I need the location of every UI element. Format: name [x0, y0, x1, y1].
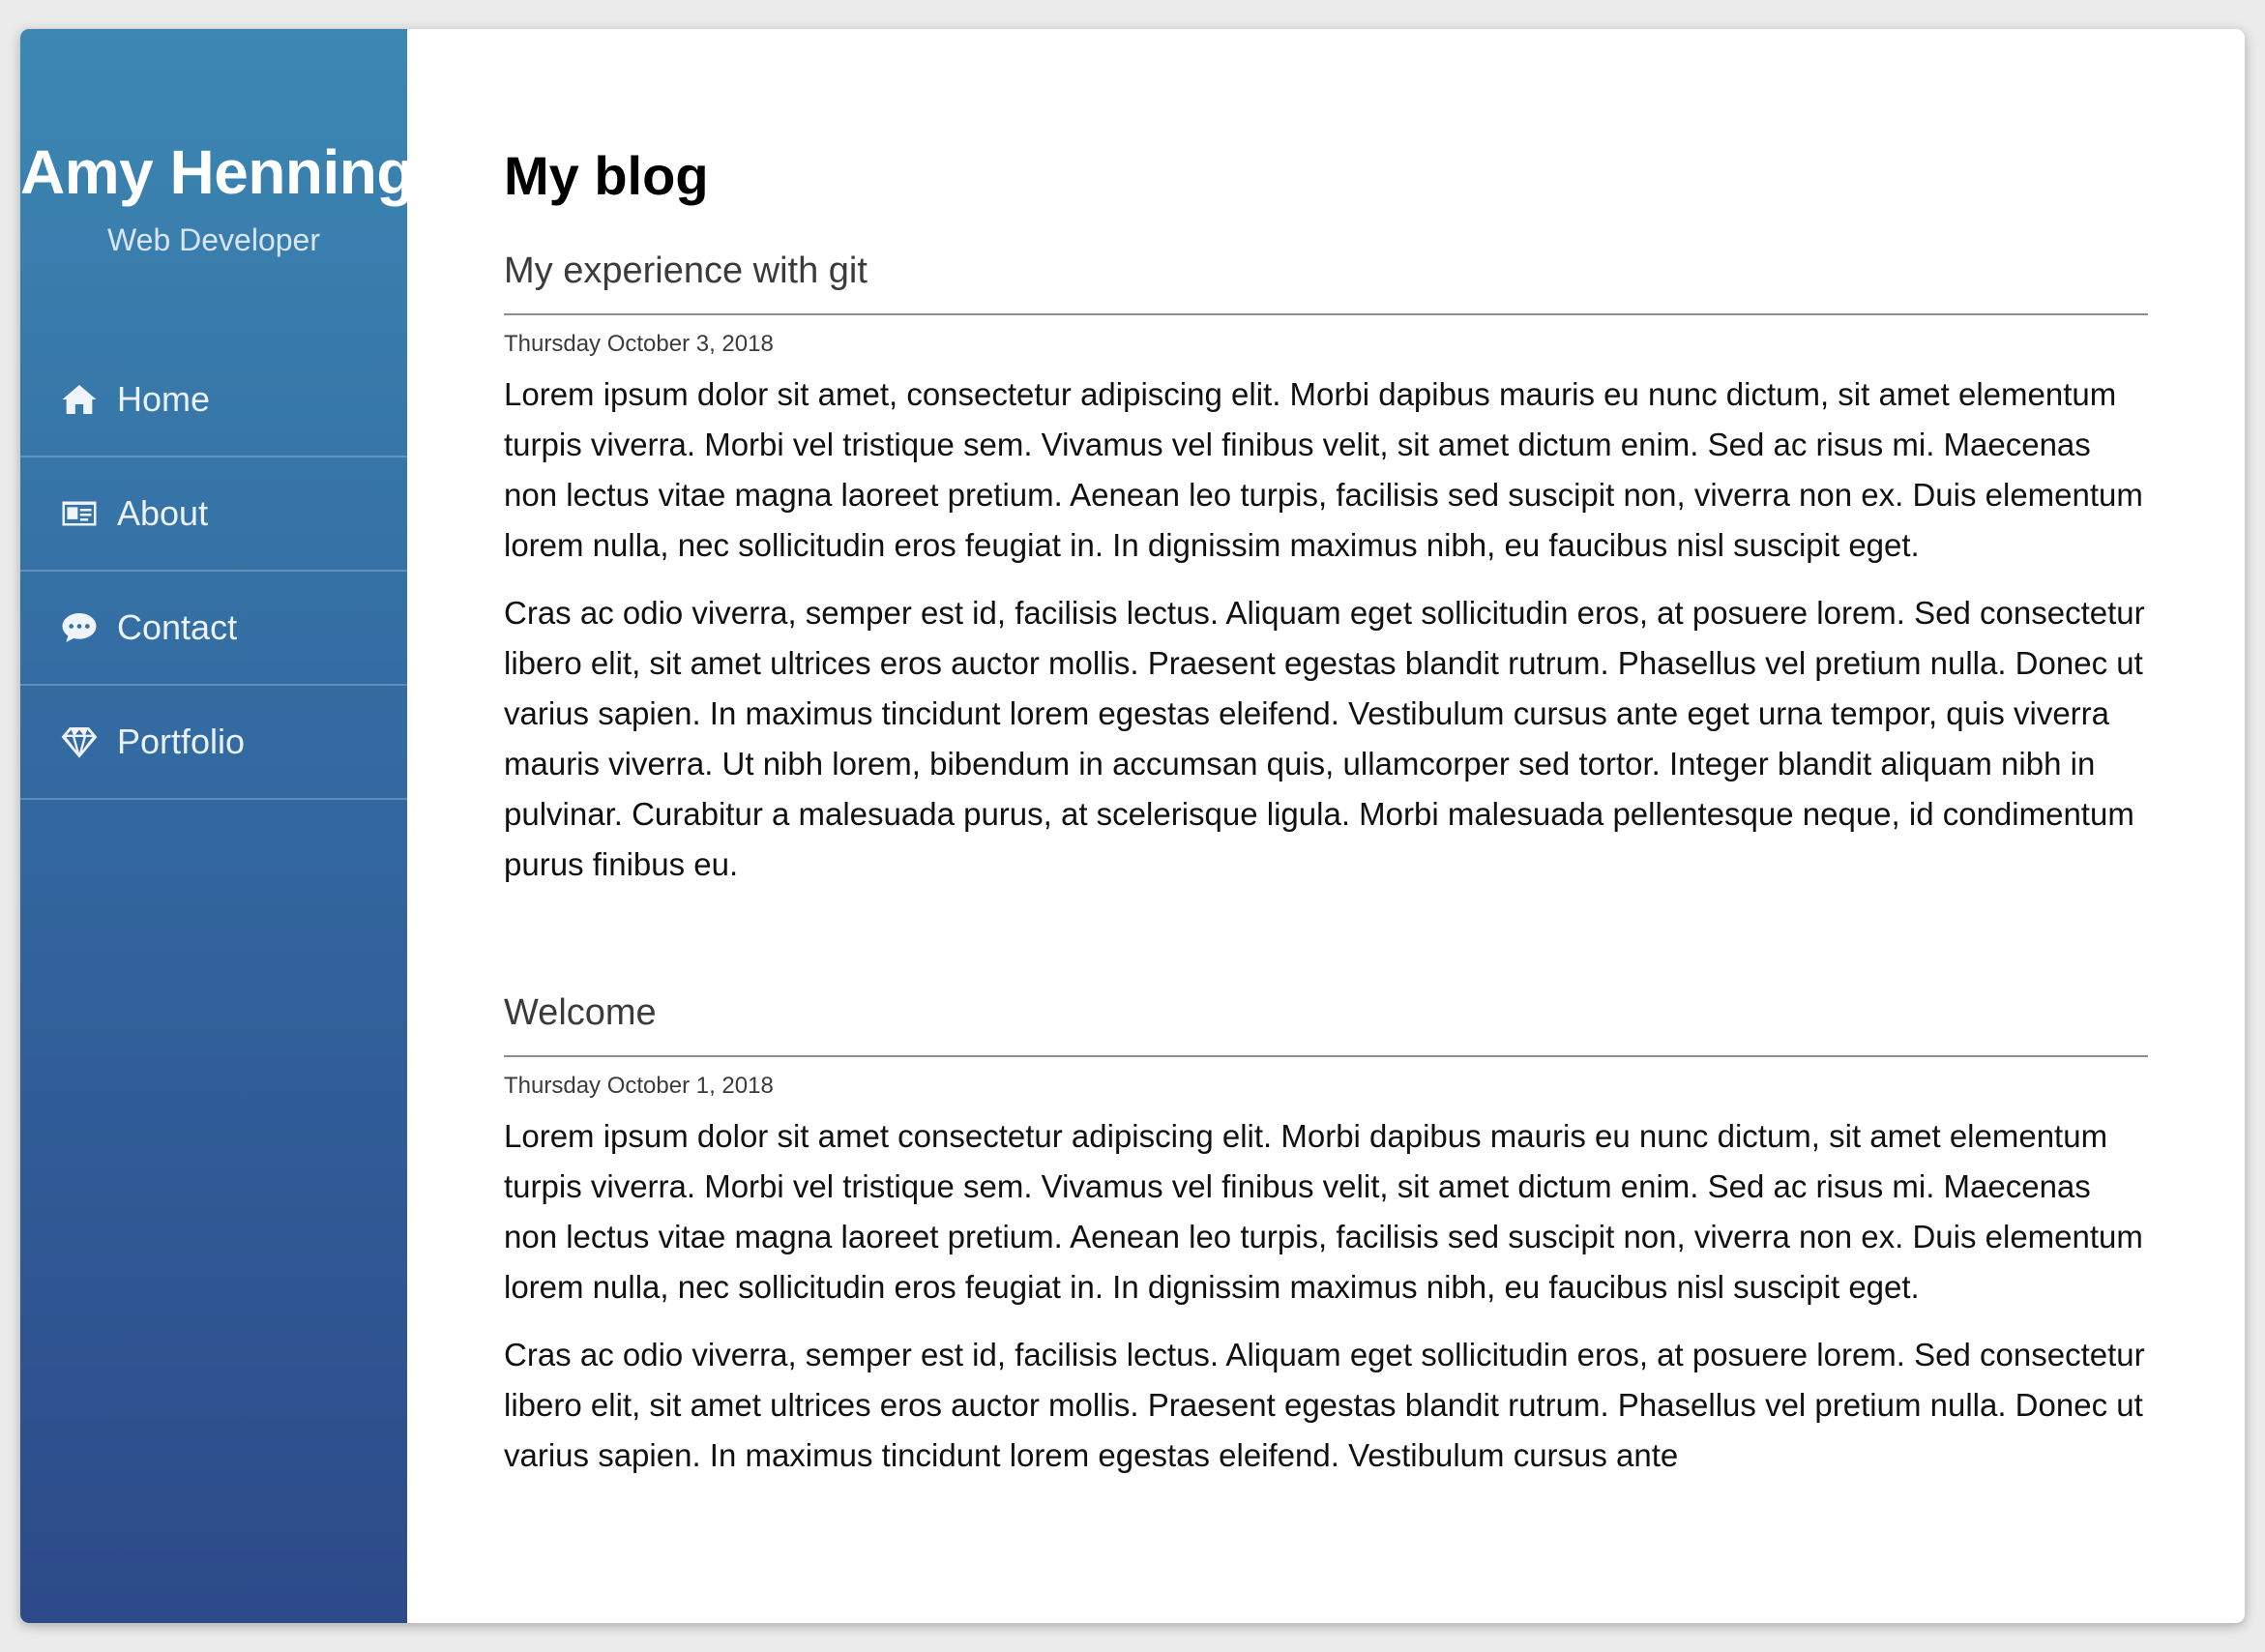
post-title[interactable]: My experience with git	[504, 251, 2148, 316]
diamond-icon	[59, 722, 100, 762]
post-paragraph: Cras ac odio viverra, semper est id, fac…	[504, 595, 2145, 883]
home-icon	[59, 379, 100, 420]
app-window: Amy Henning Web Developer Home About Con…	[20, 29, 2245, 1623]
chat-bubble-icon	[59, 607, 100, 648]
post-paragraph: Lorem ipsum dolor sit amet consectetur a…	[504, 1118, 2143, 1306]
page-title: My blog	[504, 145, 709, 206]
main-content: My blog My experience with git Thursday …	[407, 29, 2245, 1623]
site-owner-name[interactable]: Amy Henning	[20, 137, 414, 209]
sidebar-item-label: About	[117, 492, 209, 533]
sidebar-nav: Home About Contact Portfolio	[20, 343, 407, 800]
blog-post: My experience with git Thursday October …	[504, 251, 2148, 890]
sidebar-item-label: Home	[117, 378, 211, 419]
site-owner-role: Web Developer	[107, 221, 320, 257]
sidebar-item-label: Contact	[117, 606, 238, 647]
sidebar-item-about[interactable]: About	[20, 457, 407, 572]
blog-post: Welcome Thursday October 1, 2018 Lorem i…	[504, 992, 2148, 1481]
post-date: Thursday October 3, 2018	[504, 331, 774, 358]
id-card-icon	[59, 493, 100, 534]
sidebar-item-portfolio[interactable]: Portfolio	[20, 686, 407, 800]
sidebar-item-label: Portfolio	[117, 721, 246, 761]
sidebar-item-home[interactable]: Home	[20, 343, 407, 457]
post-paragraph: Cras ac odio viverra, semper est id, fac…	[504, 1337, 2145, 1474]
post-paragraph: Lorem ipsum dolor sit amet, consectetur …	[504, 376, 2143, 564]
post-title[interactable]: Welcome	[504, 992, 2148, 1058]
sidebar: Amy Henning Web Developer Home About Con…	[20, 29, 414, 1623]
post-date: Thursday October 1, 2018	[504, 1073, 774, 1100]
sidebar-item-contact[interactable]: Contact	[20, 572, 407, 686]
brand: Amy Henning Web Developer	[20, 29, 414, 343]
